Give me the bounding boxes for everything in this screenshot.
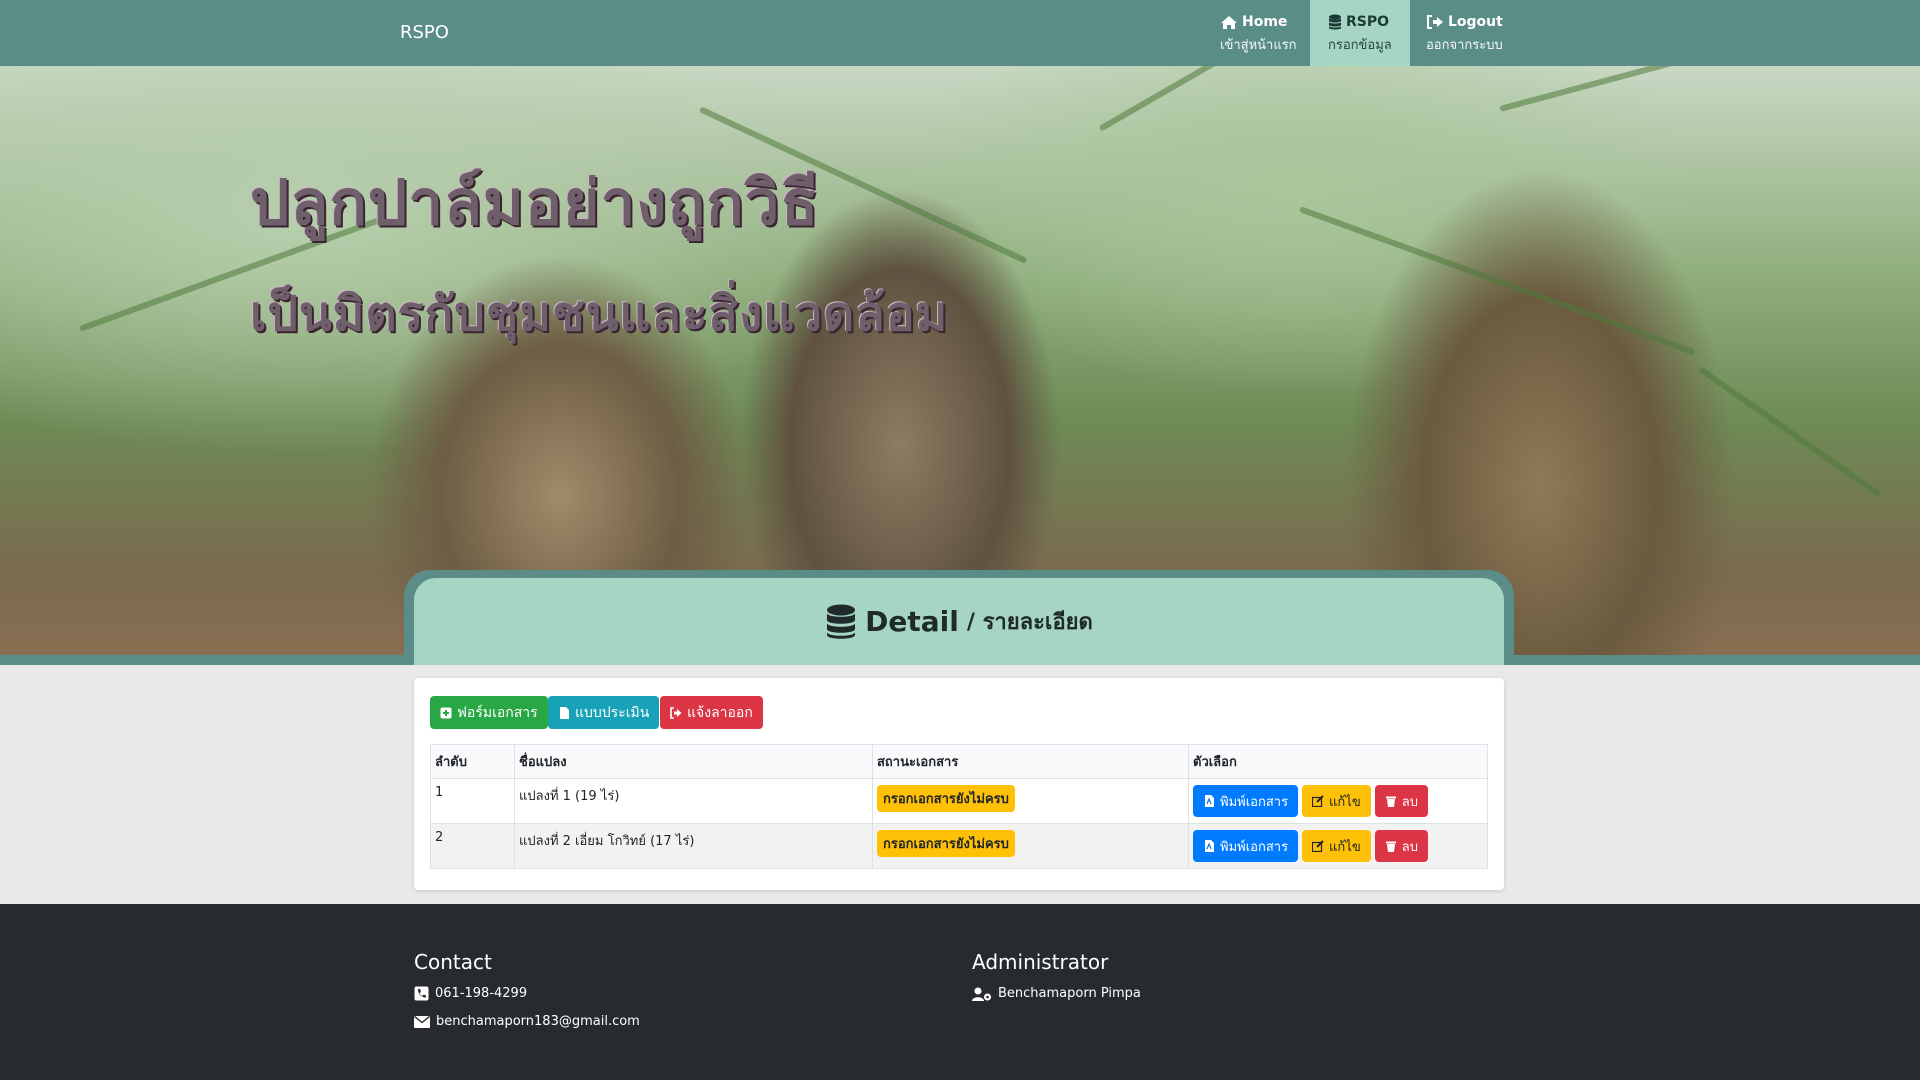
trash-icon (1385, 796, 1396, 807)
nav-item-rspo[interactable]: RSPO กรอกข้อมูล (1310, 0, 1410, 66)
table-header-row: ลำดับ ชื่อแปลง สถานะเอกสาร ตัวเลือก (430, 744, 1488, 779)
file-icon (560, 706, 569, 719)
cell-status: กรอกเอกสารยังไม่ครบ (872, 778, 1189, 824)
delete-label: ลบ (1401, 838, 1418, 854)
edit-icon (1312, 795, 1324, 807)
plus-square-icon (440, 707, 452, 718)
envelope-icon (414, 1015, 430, 1028)
assessment-button[interactable]: แบบประเมิน (548, 696, 660, 729)
table-row: 1 แปลงที่ 1 (19 ไร่) กรอกเอกสารยังไม่ครบ… (430, 778, 1488, 824)
user-cog-icon (972, 987, 991, 1001)
edit-icon (1312, 840, 1324, 852)
print-label: พิมพ์เอกสาร (1220, 838, 1289, 854)
column-header-options: ตัวเลือก (1188, 744, 1488, 779)
cell-options: พิมพ์เอกสาร แก้ไข ลบ (1188, 778, 1488, 824)
palm-frond-decoration (1098, 66, 1466, 132)
top-navbar: RSPO Home เข้าสู่หน้าแรก RSPO กรอกข้อมูล… (0, 0, 1920, 66)
phone-text: 061-198-4299 (435, 986, 528, 1001)
plots-card: ฟอร์มเอกสาร แบบประเมิน แจ้งลาออก ลำดับ ช… (414, 678, 1504, 890)
edit-label: แก้ไข (1329, 793, 1361, 809)
column-header-plot-name: ชื่อแปลง (514, 744, 873, 779)
detail-subtitle: / รายละเอียด (966, 610, 1093, 635)
document-form-label: ฟอร์มเอกสาร (457, 703, 538, 720)
contact-email: benchamaporn183@gmail.com (414, 1014, 640, 1029)
assessment-label: แบบประเมิน (575, 703, 650, 720)
phone-icon (414, 986, 429, 1001)
print-label: พิมพ์เอกสาร (1220, 793, 1289, 809)
trash-icon (1385, 841, 1396, 852)
column-header-doc-status: สถานะเอกสาร (872, 744, 1189, 779)
nav-item-logout[interactable]: Logout ออกจากระบบ (1408, 0, 1521, 66)
status-badge: กรอกเอกสารยังไม่ครบ (877, 830, 1015, 857)
hero-title-secondary: เป็นมิตรกับชุมชนและสิ่งแวดล้อม (250, 286, 949, 342)
delete-button[interactable]: ลบ (1374, 785, 1428, 817)
nav-rspo-label: RSPO (1346, 14, 1390, 30)
detail-header: Detail / รายละเอียด (414, 578, 1504, 665)
nav-home-label: Home (1242, 14, 1288, 30)
detail-title: Detail (865, 605, 959, 638)
nav-logout-label: Logout (1448, 14, 1503, 30)
navbar-brand[interactable]: RSPO (400, 22, 449, 43)
edit-label: แก้ไข (1329, 838, 1361, 854)
contact-heading: Contact (414, 950, 492, 974)
table-row: 2 แปลงที่ 2 เอี่ยม โกวิทย์ (17 ไร่) กรอก… (430, 823, 1488, 869)
contact-phone: 061-198-4299 (414, 986, 527, 1001)
delete-button[interactable]: ลบ (1374, 830, 1428, 862)
delete-label: ลบ (1401, 793, 1418, 809)
plots-table: ลำดับ ชื่อแปลง สถานะเอกสาร ตัวเลือก 1 แป… (430, 744, 1488, 869)
nav-item-home[interactable]: Home เข้าสู่หน้าแรก (1202, 0, 1315, 66)
palm-frond-decoration (1499, 66, 1868, 112)
column-header-order: ลำดับ (430, 744, 515, 779)
edit-button[interactable]: แก้ไข (1302, 830, 1371, 862)
file-pdf-icon (1205, 795, 1214, 807)
cell-options: พิมพ์เอกสาร แก้ไข ลบ (1188, 823, 1488, 869)
print-document-button[interactable]: พิมพ์เอกสาร (1193, 785, 1299, 817)
nav-logout-sublabel: ออกจากระบบ (1426, 38, 1503, 53)
notify-exit-label: แจ้งลาออก (687, 703, 753, 720)
database-icon (827, 604, 856, 639)
nav-home-sublabel: เข้าสู่หน้าแรก (1220, 38, 1297, 53)
database-icon (1329, 14, 1341, 30)
palm-frond-decoration (1298, 206, 1696, 356)
sign-out-icon (1427, 15, 1443, 29)
notify-exit-button[interactable]: แจ้งลาออก (660, 696, 763, 729)
cell-status: กรอกเอกสารยังไม่ครบ (872, 823, 1189, 869)
cell-plot-name: แปลงที่ 1 (19 ไร่) (514, 778, 873, 824)
admin-info: Benchamaporn Pimpa (972, 986, 1141, 1001)
cell-order: 2 (430, 823, 515, 869)
home-icon (1221, 15, 1237, 29)
edit-button[interactable]: แก้ไข (1302, 785, 1371, 817)
status-badge: กรอกเอกสารยังไม่ครบ (877, 785, 1015, 812)
nav-rspo-sublabel: กรอกข้อมูล (1328, 38, 1392, 53)
palm-frond-decoration (1698, 366, 1882, 498)
document-form-button[interactable]: ฟอร์มเอกสาร (430, 696, 548, 729)
admin-name: Benchamaporn Pimpa (998, 986, 1141, 1001)
hero-title-primary: ปลูกปาล์มอย่างถูกวิธี (250, 166, 820, 239)
email-text[interactable]: benchamaporn183@gmail.com (436, 1014, 640, 1029)
cell-plot-name: แปลงที่ 2 เอี่ยม โกวิทย์ (17 ไร่) (514, 823, 873, 869)
sign-out-icon (670, 706, 682, 719)
admin-heading: Administrator (972, 950, 1109, 974)
print-document-button[interactable]: พิมพ์เอกสาร (1193, 830, 1299, 862)
footer: Contact 061-198-4299 benchamaporn183@gma… (0, 904, 1920, 1080)
file-pdf-icon (1205, 840, 1214, 852)
cell-order: 1 (430, 778, 515, 824)
